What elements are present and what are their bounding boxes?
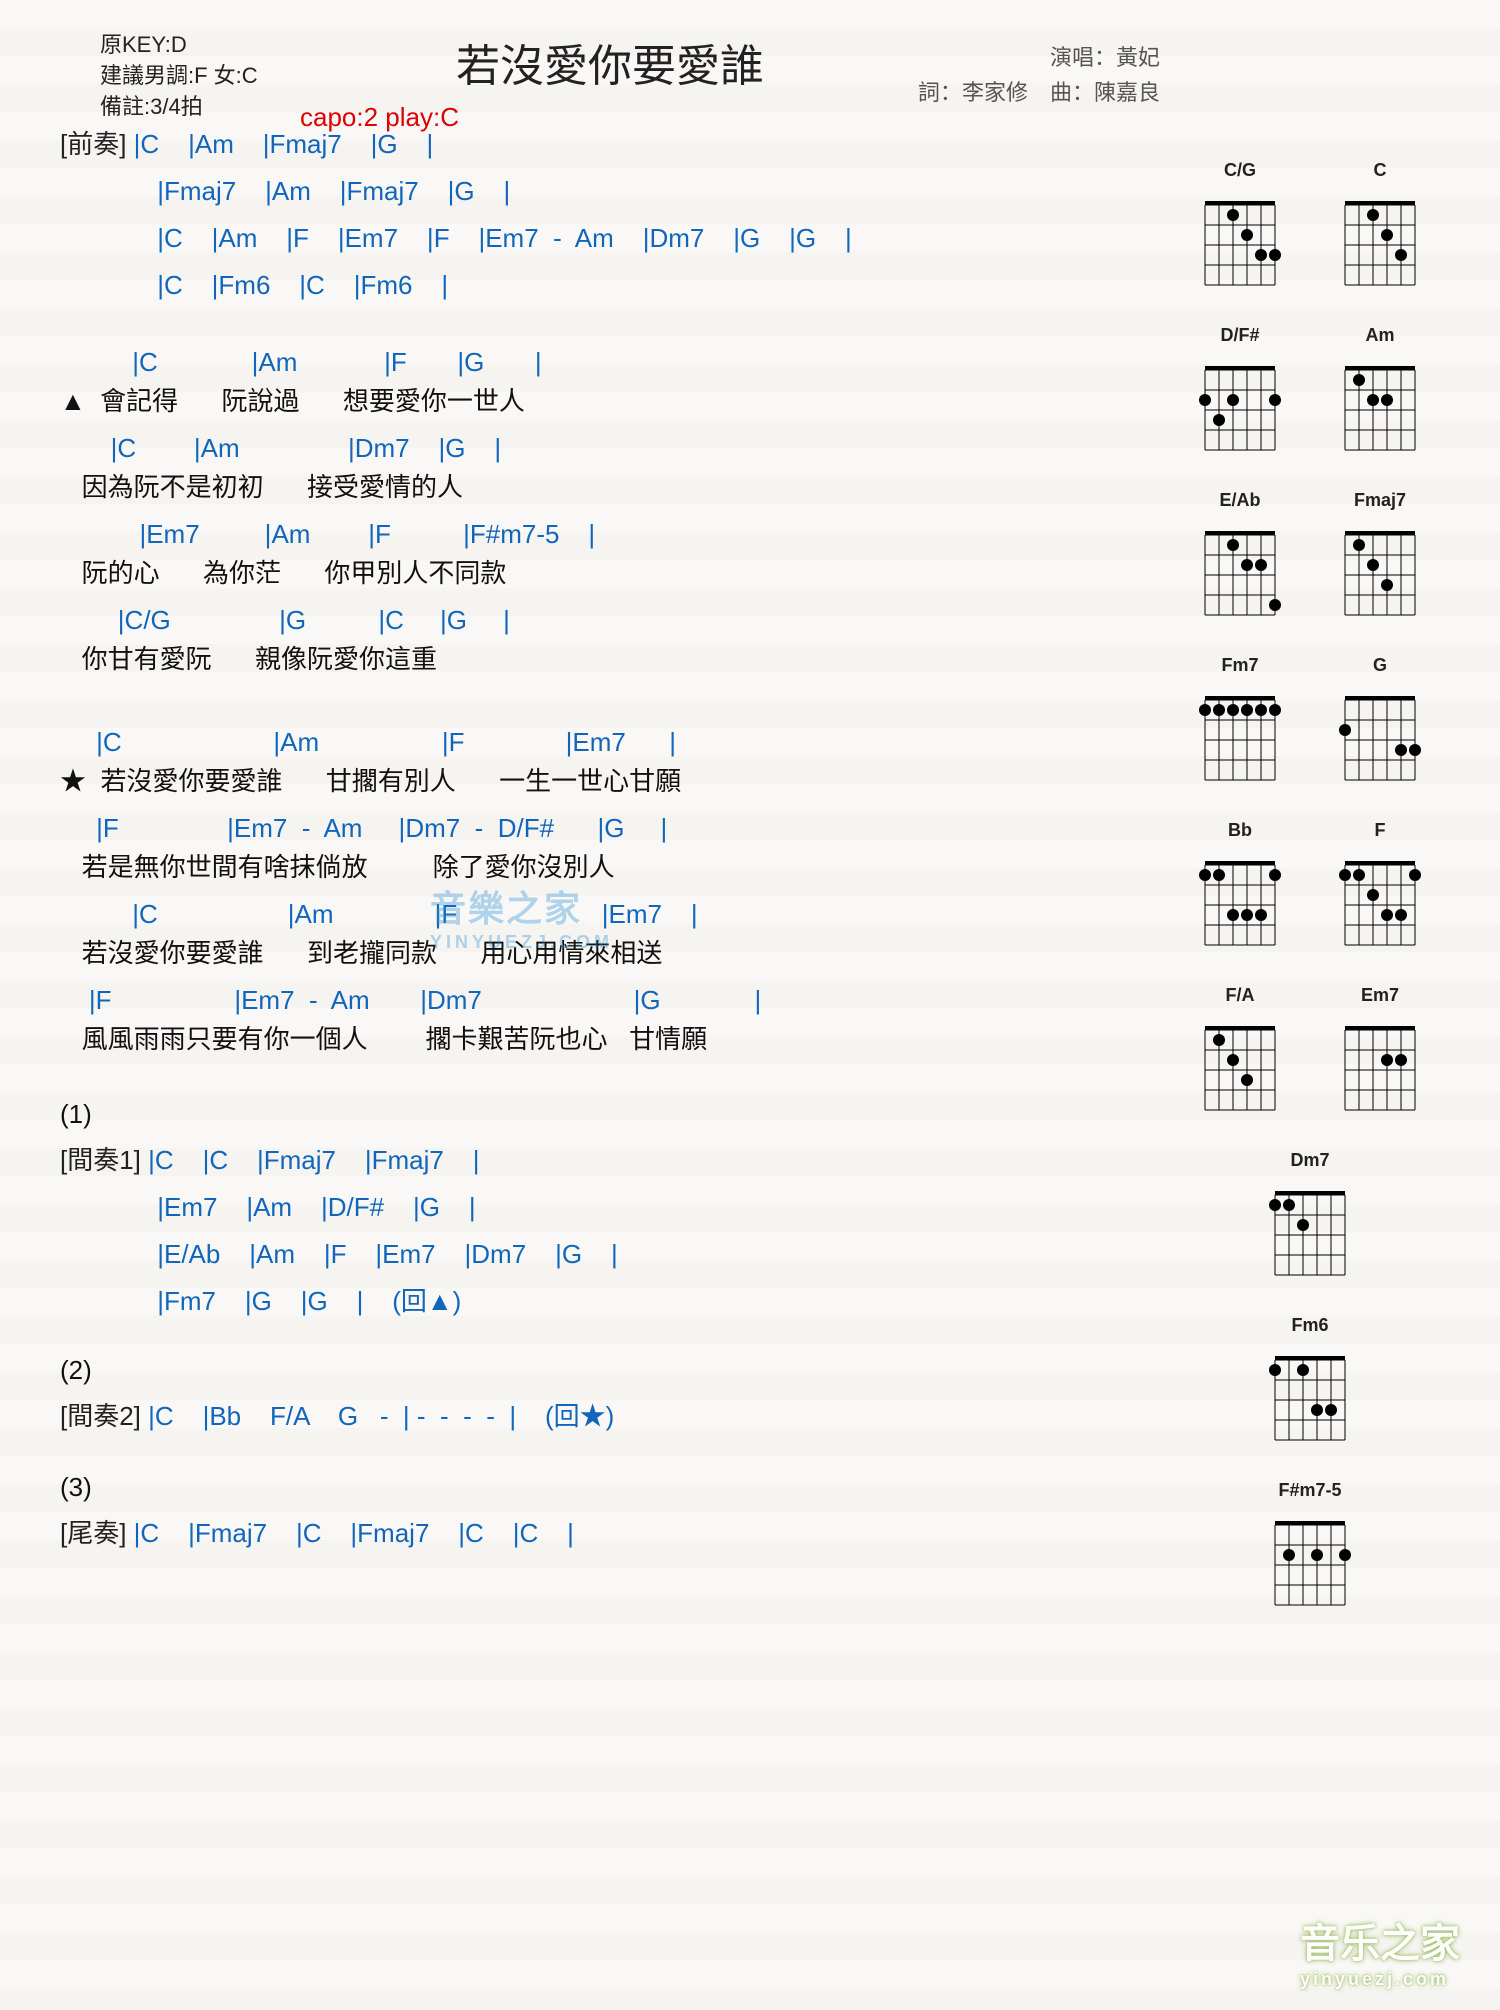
watermark-footer: 音乐之家 yinyuezj.com — [1300, 1911, 1460, 1990]
chord-diagram: Fm6 — [1250, 1315, 1370, 1450]
chord-diagram: Fmaj7 — [1320, 490, 1440, 625]
chord-diagram: G — [1320, 655, 1440, 790]
verse-lyrics-0: ▲ 會記得 阮說過 想要愛你一世人 — [60, 382, 1160, 421]
meta-right: 演唱：黃妃 詞：李家修 曲：陳嘉良 — [918, 40, 1160, 110]
interlude1-line-3: |Fm7 |G |G | (回▲) — [60, 1282, 1160, 1321]
verse-chords-0: |C |Am |F |G | — [60, 343, 1160, 382]
interlude1-line-1: |Em7 |Am |D/F# |G | — [60, 1188, 1160, 1227]
intro-line-1: |Fmaj7 |Am |Fmaj7 |G | — [60, 172, 1160, 211]
chord-diagram: Em7 — [1320, 985, 1440, 1120]
verse-lyrics-2: 阮的心 為你茫 你甲別人不同款 — [60, 554, 1160, 593]
verse-chords-3: |C/G |G |C |G | — [60, 601, 1160, 640]
chorus-chords-2: |C |Am |F |Em7 | — [60, 895, 1160, 934]
repeat2-label: (2) — [60, 1351, 1160, 1390]
repeat3-label: (3) — [60, 1468, 1160, 1507]
chorus-lyrics-3: 風風雨雨只要有你一個人 擱卡艱苦阮也心 甘情願 — [60, 1020, 1160, 1059]
chorus-chords-3: |F |Em7 - Am |Dm7 |G | — [60, 981, 1160, 1020]
credits-row: 詞：李家修 曲：陳嘉良 — [918, 75, 1160, 110]
chord-name: F/A — [1180, 985, 1300, 1006]
chord-name: Am — [1320, 325, 1440, 346]
verse-chords-2: |Em7 |Am |F |F#m7-5 | — [60, 515, 1160, 554]
intro-label: [前奏] — [60, 129, 126, 159]
intro-section: [前奏] |C |Am |Fmaj7 |G | — [60, 124, 1160, 164]
outro-line: |C |Fmaj7 |C |Fmaj7 |C |C | — [126, 1518, 573, 1548]
chorus-chords-0: |C |Am |F |Em7 | — [60, 723, 1160, 762]
intro-line-2: |C |Am |F |Em7 |F |Em7 - Am |Dm7 |G |G | — [60, 219, 1160, 258]
chord-name: Em7 — [1320, 985, 1440, 1006]
outro-label: [尾奏] — [60, 1518, 126, 1548]
chord-diagram: E/Ab — [1180, 490, 1300, 625]
chord-name: Dm7 — [1250, 1150, 1370, 1171]
chord-diagram: Bb — [1180, 820, 1300, 955]
chord-name: E/Ab — [1180, 490, 1300, 511]
chord-name: C/G — [1180, 160, 1300, 181]
interlude2-label: [間奏2] — [60, 1401, 141, 1431]
interlude1-line-0: |C |C |Fmaj7 |Fmaj7 | — [141, 1145, 480, 1175]
chord-name: Fm7 — [1180, 655, 1300, 676]
chord-diagram: Fm7 — [1180, 655, 1300, 790]
capo-note: capo:2 play:C — [300, 102, 459, 133]
chord-name: D/F# — [1180, 325, 1300, 346]
chord-diagram: F — [1320, 820, 1440, 955]
suggested-key: 建議男調:F 女:C — [100, 61, 258, 92]
chord-diagram: F/A — [1180, 985, 1300, 1120]
meta-left: 原KEY:D 建議男調:F 女:C 備註:3/4拍 — [100, 30, 258, 122]
chord-name: Fm6 — [1250, 1315, 1370, 1336]
repeat1-label: (1) — [60, 1095, 1160, 1134]
intro-line-0: |C |Am |Fmaj7 |G | — [126, 129, 433, 159]
verse-lyrics-1: 因為阮不是初初 接受愛情的人 — [60, 468, 1160, 507]
outro-section: [尾奏] |C |Fmaj7 |C |Fmaj7 |C |C | — [60, 1513, 1160, 1553]
chord-diagram: D/F# — [1180, 325, 1300, 460]
chord-name: Fmaj7 — [1320, 490, 1440, 511]
interlude1-section: [間奏1] |C |C |Fmaj7 |Fmaj7 | — [60, 1140, 1160, 1180]
interlude1-line-2: |E/Ab |Am |F |Em7 |Dm7 |G | — [60, 1235, 1160, 1274]
chorus-lyrics-1: 若是無你世間有啥抹倘放 除了愛你沒別人 — [60, 848, 1160, 887]
original-key: 原KEY:D — [100, 30, 258, 61]
chord-diagram: Dm7 — [1250, 1150, 1370, 1285]
chord-diagram: C/G — [1180, 160, 1300, 295]
chord-diagram: F#m7-5 — [1250, 1480, 1370, 1615]
singer-row: 演唱：黃妃 — [918, 40, 1160, 75]
verse-chords-1: |C |Am |Dm7 |G | — [60, 429, 1160, 468]
chorus-lyrics-0: ★ 若沒愛你要愛誰 甘擱有別人 一生一世心甘願 — [60, 762, 1160, 801]
chord-diagram-sidebar: C/G C D/F# Am E/Ab Fmaj7 Fm7 G Bb F F/A Em7 Dm7 Fm6 F#… — [1180, 30, 1440, 1645]
interlude2-section: [間奏2] |C |Bb F/A G - | - - - - | (回★) — [60, 1396, 1160, 1436]
chord-diagram: Am — [1320, 325, 1440, 460]
intro-line-3: |C |Fm6 |C |Fm6 | — [60, 266, 1160, 305]
chord-name: F#m7-5 — [1250, 1480, 1370, 1501]
chorus-chords-1: |F |Em7 - Am |Dm7 - D/F# |G | — [60, 809, 1160, 848]
chord-name: C — [1320, 160, 1440, 181]
chord-name: G — [1320, 655, 1440, 676]
verse-lyrics-3: 你甘有愛阮 親像阮愛你這重 — [60, 640, 1160, 679]
chord-diagram: C — [1320, 160, 1440, 295]
time-signature: 備註:3/4拍 — [100, 92, 258, 123]
header: 原KEY:D 建議男調:F 女:C 備註:3/4拍 若沒愛你要愛誰 capo:2… — [60, 30, 1160, 94]
interlude2-line: |C |Bb F/A G - | - - - - | (回★) — [141, 1401, 614, 1431]
interlude1-label: [間奏1] — [60, 1145, 141, 1175]
chord-sheet-main: 原KEY:D 建議男調:F 女:C 備註:3/4拍 若沒愛你要愛誰 capo:2… — [60, 30, 1180, 1645]
chorus-lyrics-2: 若沒愛你要愛誰 到老攏同款 用心用情來相送 — [60, 934, 1160, 973]
chord-name: Bb — [1180, 820, 1300, 841]
chord-name: F — [1320, 820, 1440, 841]
